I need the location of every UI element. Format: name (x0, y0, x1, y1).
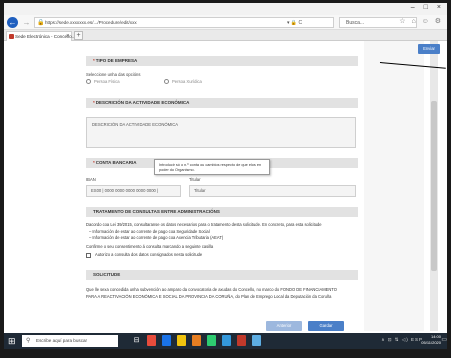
radio-persoa-xuridica[interactable] (164, 79, 169, 84)
back-button[interactable]: ← (7, 17, 18, 28)
browser-app-icon[interactable] (147, 335, 156, 346)
section-actividade: *DESCRICIÓN DA ACTIVIDADE ECONÓMICA (86, 98, 358, 108)
autorizo-label: Autorizo a consulta dos datos consignado… (95, 252, 203, 257)
radio-persoa-fisica[interactable] (86, 79, 91, 84)
task-view-icon[interactable]: ⊟ (132, 335, 141, 346)
address-bar-row: ← → 🔒 https://sede.xxxxxxx.es/.../Proced… (4, 15, 447, 30)
firefox-app-icon[interactable] (192, 335, 201, 346)
screen: – □ × ← → 🔒 https://sede.xxxxxxx.es/.../… (4, 3, 447, 349)
maximize-button[interactable]: □ (424, 4, 428, 11)
url-text: https://sede.xxxxxxx.es/.../Procedure/ed… (45, 20, 137, 25)
notifications-icon[interactable]: ▭ (441, 336, 447, 343)
toolbar-icons[interactable]: ☆ ⌂ ☺ ⚙ (399, 17, 443, 25)
actividade-value: DESCRICIÓN DA ACTIVIDADE ECONÓMICA (92, 122, 179, 127)
section-title: TIPO DE EMPRESA (95, 58, 138, 63)
solicitude-line-1: Que lle sexa concedida unha subvención a… (86, 287, 337, 292)
radio-label-persoa-xuridica: Persoa Xurídica (172, 79, 202, 84)
office-app-icon[interactable] (237, 335, 246, 346)
autorizo-checkbox[interactable] (86, 253, 91, 258)
right-gutter (364, 41, 424, 331)
iban-input[interactable]: ES00 | 0000 0000 0000 0000 0000 | (86, 185, 181, 197)
start-menu-icon[interactable]: ⊞ (8, 336, 18, 346)
solicitude-line-2: PARA A REACTIVACIÓN ECONÓMICA E SOCIAL D… (86, 294, 332, 299)
chrome-app-icon[interactable] (207, 335, 216, 346)
scrollbar-thumb[interactable] (431, 101, 437, 271)
titular-value: Titular (194, 188, 206, 193)
consultas-confirm: Confirme o seu consentimento á consulta … (86, 244, 214, 249)
required-mark: * (93, 100, 95, 105)
taskbar-apps: ⊟ (132, 335, 261, 346)
anterior-button[interactable]: Anterior (266, 321, 302, 331)
window-titlebar: – □ × (4, 3, 447, 15)
tab-sede-electronica[interactable]: Sede Electrónica - Concello... × (6, 31, 76, 41)
section-title: SOLICITUDE (93, 272, 121, 277)
taskbar-search-input[interactable]: ⚲ Escribe aquí para buscar (22, 335, 118, 347)
required-mark: * (93, 160, 95, 165)
titular-input[interactable]: Titular (189, 185, 356, 197)
section-solicitude: SOLICITUDE (86, 270, 358, 280)
store-app-icon[interactable] (222, 335, 231, 346)
lock-icon: 🔒 (37, 20, 45, 26)
empresa-prompt: Seleccione unha das opcións (86, 72, 141, 77)
page-viewport: Enviar *TIPO DE EMPRESA Seleccione unha … (4, 41, 447, 331)
clock[interactable]: 14:00 05/11/2020 (421, 334, 441, 346)
system-tray[interactable]: ∧ ⊡ ⇅ ◁) ESP (381, 337, 423, 343)
taskbar-search-placeholder: Escribe aquí para buscar (36, 338, 88, 343)
folder-app-icon[interactable] (177, 335, 186, 346)
forward-button[interactable]: → (21, 17, 32, 28)
url-tools[interactable]: ▾ 🔒 C (287, 18, 302, 27)
required-mark: * (93, 58, 95, 63)
minimize-button[interactable]: – (411, 4, 415, 11)
left-margin (4, 41, 76, 331)
titular-label: Titular (189, 177, 201, 182)
page-scrollbar[interactable] (430, 41, 438, 331)
clock-date: 05/11/2020 (421, 340, 441, 345)
section-title: TRATAMENTO DE CONSULTAS ENTRE ADMINISTRA… (93, 209, 220, 214)
section-tipo-empresa: *TIPO DE EMPRESA (86, 56, 358, 66)
send-button[interactable]: Enviar (418, 44, 440, 54)
windows-taskbar: ⊞ ⚲ Escribe aquí para buscar ⊟ ∧ ⊡ ⇅ ◁) … (4, 333, 447, 349)
section-title: CONTA BANCARIA (95, 160, 137, 165)
search-icon: ⚲ (26, 338, 31, 344)
word-app-icon[interactable] (252, 335, 261, 346)
close-window-button[interactable]: × (437, 4, 441, 11)
gardar-button[interactable]: Gardar (308, 321, 344, 331)
section-consultas: TRATAMENTO DE CONSULTAS ENTRE ADMINISTRA… (86, 207, 358, 217)
browser-search-placeholder: Busca... (346, 20, 365, 26)
new-tab-button[interactable]: + (74, 31, 83, 40)
iban-label: IBAN (86, 177, 96, 182)
consultas-intro: Dacordo coa Lei 39/2015, consultaranse o… (86, 222, 322, 227)
site-favicon-icon (9, 34, 14, 39)
form-content: *TIPO DE EMPRESA Seleccione unha das opc… (86, 41, 358, 331)
window-controls: – □ × (411, 4, 441, 11)
url-field[interactable]: 🔒 https://sede.xxxxxxx.es/.../Procedure/… (34, 17, 334, 28)
tab-bar: Sede Electrónica - Concello... × + (4, 30, 447, 41)
iban-value: ES00 | 0000 0000 0000 0000 0000 | (91, 188, 159, 193)
tab-close-icon[interactable]: × (66, 32, 69, 41)
conta-tooltip: Introducir só o n.º conta ou cambios res… (154, 159, 270, 175)
actividade-textarea[interactable]: DESCRICIÓN DA ACTIVIDADE ECONÓMICA (86, 117, 356, 148)
section-title: DESCRICIÓN DA ACTIVIDADE ECONÓMICA (95, 100, 190, 105)
edge-app-icon[interactable] (162, 335, 171, 346)
radio-label-persoa-fisica: Persoa Física (94, 79, 120, 84)
consultas-item-aeat: – Información de estar ao corrente de pa… (89, 235, 224, 240)
